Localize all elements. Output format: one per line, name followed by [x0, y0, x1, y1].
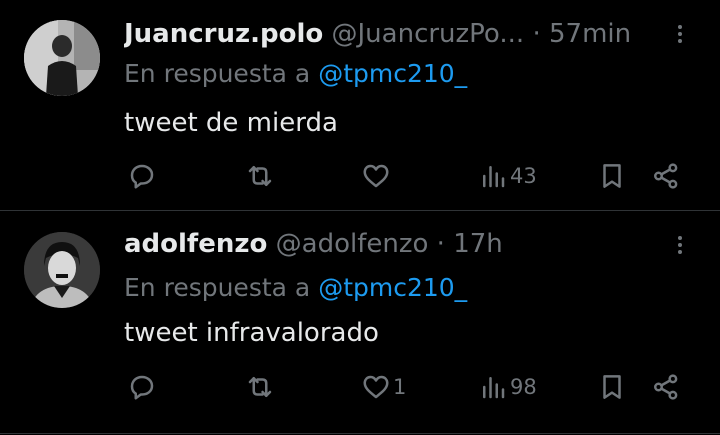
views-button[interactable]: 43	[478, 156, 537, 196]
views-icon	[483, 377, 505, 399]
display-name[interactable]: adolfenzo	[124, 229, 267, 259]
timestamp[interactable]: 17h	[453, 229, 503, 259]
share-icon	[654, 163, 678, 189]
tweet[interactable]: adolfenzo @adolfenzo · 17h En respuesta …	[0, 211, 720, 433]
reply-prefix: En respuesta a	[124, 59, 311, 88]
tweet-header: adolfenzo @adolfenzo · 17h	[124, 224, 660, 264]
heart-icon	[363, 164, 389, 188]
reply-mention-link[interactable]: @tpmc210_	[318, 273, 467, 302]
avatar[interactable]	[24, 20, 100, 96]
reply-context: En respuesta a @tpmc210_	[124, 56, 467, 92]
like-button[interactable]: 1	[361, 367, 406, 407]
tweet-text: tweet de mierda	[124, 108, 338, 138]
reply-icon	[130, 164, 154, 189]
bookmark-icon	[603, 375, 621, 399]
retweet-button[interactable]	[245, 367, 275, 407]
user-handle[interactable]: @JuancruzPo...	[332, 19, 525, 49]
reply-context: En respuesta a @tpmc210_	[124, 270, 467, 306]
tweet[interactable]: Juancruz.polo @JuancruzPo... · 57min En …	[0, 0, 720, 210]
views-icon	[483, 166, 505, 188]
avatar[interactable]	[24, 232, 100, 308]
reply-icon	[130, 375, 154, 400]
share-icon	[654, 374, 678, 400]
timestamp[interactable]: 57min	[549, 19, 631, 49]
views-button[interactable]: 98	[478, 367, 537, 407]
tweet-text: tweet infravalorado	[124, 318, 379, 348]
separator-dot: ·	[532, 19, 541, 49]
display-name[interactable]: Juancruz.polo	[124, 19, 323, 49]
views-count: 43	[510, 164, 537, 188]
reply-button[interactable]	[127, 156, 157, 196]
heart-icon	[363, 375, 389, 399]
avatar-photo	[24, 20, 100, 96]
more-options-icon[interactable]	[670, 22, 690, 50]
retweet-button[interactable]	[245, 156, 275, 196]
bookmark-icon	[603, 164, 621, 188]
reply-prefix: En respuesta a	[124, 273, 311, 302]
user-handle[interactable]: @adolfenzo	[276, 229, 429, 259]
tweet-actions: 1 98	[0, 367, 720, 407]
reply-mention-link[interactable]: @tpmc210_	[318, 59, 467, 88]
avatar-photo	[24, 232, 100, 308]
bookmark-button[interactable]	[597, 156, 627, 196]
more-options-icon[interactable]	[670, 233, 690, 261]
share-button[interactable]	[651, 367, 681, 407]
reply-button[interactable]	[127, 367, 157, 407]
like-button[interactable]	[361, 156, 393, 196]
retweet-icon	[248, 377, 272, 397]
bookmark-button[interactable]	[597, 367, 627, 407]
views-count: 98	[510, 375, 537, 399]
like-count: 1	[393, 375, 407, 399]
divider	[0, 433, 720, 434]
tweet-header: Juancruz.polo @JuancruzPo... · 57min	[124, 14, 660, 54]
share-button[interactable]	[651, 156, 681, 196]
retweet-icon	[248, 166, 272, 186]
tweet-actions: 43	[0, 156, 720, 196]
separator-dot: ·	[436, 229, 445, 259]
